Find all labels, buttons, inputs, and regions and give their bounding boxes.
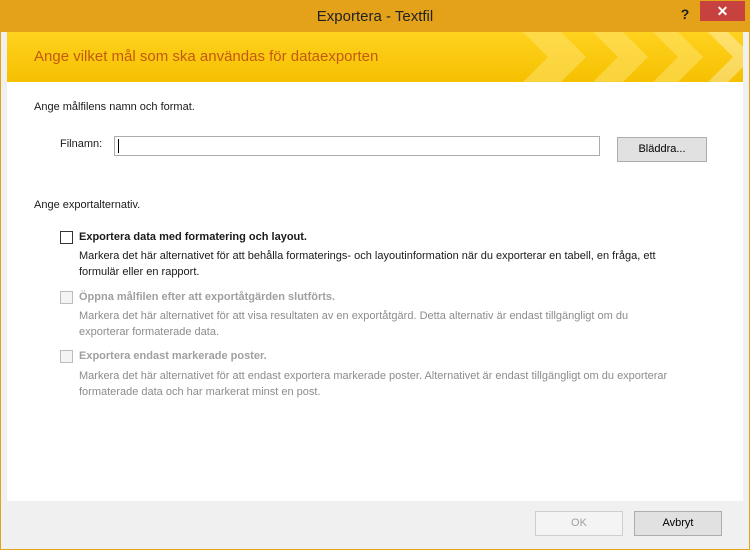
selected-records-desc-line2: formaterade data och har markerat minst … (79, 386, 321, 398)
export-dialog: Exportera - Textfil ? ✕ Ange vilket mål … (0, 0, 750, 550)
open-target-checkbox (60, 291, 73, 304)
dialog-content: Ange målfilens namn och format. Filnamn:… (7, 82, 743, 501)
window-title: Exportera - Textfil (316, 8, 434, 25)
banner-title: Ange vilket mål som ska användas för dat… (34, 48, 379, 65)
chevron-decoration-icon (523, 32, 743, 82)
format-layout-title[interactable]: Exportera data med formatering och layou… (79, 231, 307, 243)
format-layout-desc-line1: Markera det här alternativet för att beh… (79, 250, 656, 262)
format-layout-desc-line2: formulär eller en rapport. (79, 266, 200, 278)
title-bar[interactable]: Exportera - Textfil ? ✕ (1, 1, 749, 32)
format-layout-checkbox[interactable] (60, 231, 73, 244)
selected-records-checkbox (60, 350, 73, 363)
browse-button[interactable]: Bläddra... (617, 137, 707, 162)
format-layout-description: Markera det här alternativet för att beh… (79, 248, 719, 280)
selected-records-description: Markera det här alternativet för att end… (79, 368, 719, 400)
text-caret (118, 139, 119, 153)
help-button[interactable]: ? (673, 4, 697, 24)
filename-label: Filnamn: (60, 138, 103, 150)
close-button[interactable]: ✕ (700, 1, 745, 21)
open-target-desc-line2: exporterar formaterade data. (79, 326, 220, 338)
selected-records-desc-line1: Markera det här alternativet för att end… (79, 370, 668, 382)
cancel-button[interactable]: Avbryt (634, 511, 722, 536)
ok-button: OK (535, 511, 623, 536)
file-section-heading: Ange målfilens namn och format. (34, 101, 195, 113)
selected-records-title: Exportera endast markerade poster. (79, 350, 267, 362)
open-target-desc-line1: Markera det här alternativet för att vis… (79, 310, 629, 322)
open-target-description: Markera det här alternativet för att vis… (79, 308, 719, 340)
options-section-heading: Ange exportalternativ. (34, 199, 141, 211)
header-banner: Ange vilket mål som ska användas för dat… (7, 32, 743, 82)
filename-input[interactable] (114, 136, 600, 156)
open-target-title: Öppna målfilen efter att exportåtgärden … (79, 291, 336, 303)
dialog-footer: OK Avbryt (7, 501, 743, 543)
